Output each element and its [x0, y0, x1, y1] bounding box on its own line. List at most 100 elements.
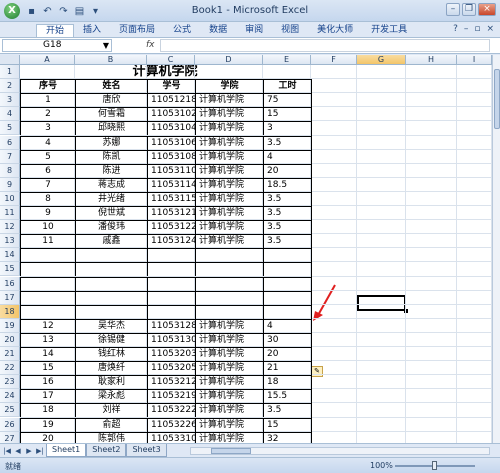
table-cell[interactable]: 10	[20, 220, 75, 235]
table-cell[interactable]: 21	[263, 361, 311, 376]
row-header[interactable]: 6	[0, 135, 20, 150]
table-cell[interactable]: 姓名	[75, 79, 147, 94]
ribbon-tab[interactable]: 开始	[36, 24, 75, 37]
table-cell[interactable]: 8	[20, 191, 75, 206]
table-cell[interactable]: 15	[263, 417, 311, 432]
worksheet-grid[interactable]: 计算机学院 ✎ A B C D E F G H I 1 2 3 4 5 6 7 8 9 10 11 12 13 14 15 16…	[0, 55, 492, 443]
table-cell[interactable]	[263, 248, 311, 263]
table-cell[interactable]: 计算机学院	[195, 163, 263, 178]
column-header[interactable]: H	[406, 55, 457, 65]
table-cell[interactable]	[147, 248, 195, 263]
table-cell[interactable]: 32	[263, 431, 311, 443]
column-header[interactable]: B	[75, 55, 147, 65]
row-header[interactable]: 26	[0, 417, 20, 432]
table-cell[interactable]: 11053102	[147, 107, 195, 122]
row-header[interactable]: 13	[0, 234, 20, 249]
table-cell[interactable]: 井光绪	[75, 191, 147, 206]
table-cell[interactable]: 5	[20, 149, 75, 164]
table-cell[interactable]: 3.5	[263, 135, 311, 150]
table-cell[interactable]: 计算机学院	[195, 234, 263, 249]
table-cell[interactable]: 9	[20, 206, 75, 221]
table-cell[interactable]: 计算机学院	[195, 347, 263, 362]
table-cell[interactable]	[75, 248, 147, 263]
table-cell[interactable]: 19	[20, 417, 75, 432]
column-header[interactable]: G	[357, 55, 406, 65]
row-header[interactable]: 16	[0, 276, 20, 291]
table-cell[interactable]	[147, 276, 195, 291]
name-box[interactable]: G18 ▼	[2, 39, 112, 52]
table-cell[interactable]: 计算机学院	[195, 149, 263, 164]
row-header[interactable]: 27	[0, 431, 20, 443]
table-cell[interactable]: 计算机学院	[195, 206, 263, 221]
table-cell[interactable]: 18.5	[263, 177, 311, 192]
table-cell[interactable]	[263, 276, 311, 291]
table-cell[interactable]	[75, 290, 147, 305]
table-cell[interactable]: 3.5	[263, 403, 311, 418]
table-cell[interactable]: 邱晓熙	[75, 121, 147, 136]
column-header[interactable]: A	[20, 55, 75, 65]
table-cell[interactable]	[75, 276, 147, 291]
row-header[interactable]: 18	[0, 304, 20, 319]
table-cell[interactable]	[20, 304, 75, 319]
select-all-corner[interactable]	[0, 55, 20, 65]
row-header[interactable]: 23	[0, 375, 20, 390]
sheet-title-cell[interactable]: 计算机学院	[20, 65, 310, 79]
table-cell[interactable]	[263, 304, 311, 319]
row-header[interactable]: 12	[0, 220, 20, 235]
table-cell[interactable]: 11053219	[147, 389, 195, 404]
table-cell[interactable]: 计算机学院	[195, 121, 263, 136]
table-cell[interactable]: 4	[20, 135, 75, 150]
table-cell[interactable]: 7	[20, 177, 75, 192]
table-cell[interactable]	[75, 304, 147, 319]
first-sheet-icon[interactable]: |◀	[2, 446, 12, 456]
table-cell[interactable]: 唐欣	[75, 93, 147, 108]
table-cell[interactable]: 12	[20, 318, 75, 333]
table-cell[interactable]: 11053130	[147, 332, 195, 347]
chevron-down-icon[interactable]: ▼	[103, 40, 109, 51]
table-cell[interactable]	[20, 248, 75, 263]
table-cell[interactable]	[75, 262, 147, 277]
ribbon-tab[interactable]: 开发工具	[362, 24, 416, 37]
table-cell[interactable]: 计算机学院	[195, 318, 263, 333]
column-header[interactable]: F	[311, 55, 357, 65]
table-cell[interactable]: 计算机学院	[195, 417, 263, 432]
vertical-scrollbar[interactable]	[492, 55, 500, 443]
table-cell[interactable]	[20, 276, 75, 291]
table-cell[interactable]: 16	[20, 375, 75, 390]
zoom-slider-knob[interactable]	[432, 461, 437, 470]
ribbon-tab[interactable]: 视图	[272, 24, 308, 37]
table-cell[interactable]: 11053212	[147, 375, 195, 390]
table-cell[interactable]: 苏娜	[75, 135, 147, 150]
row-header[interactable]: 21	[0, 347, 20, 362]
column-header[interactable]: I	[457, 55, 492, 65]
row-header[interactable]: 7	[0, 149, 20, 164]
minimize-icon[interactable]: –	[446, 3, 460, 16]
table-cell[interactable]: 11	[20, 234, 75, 249]
last-sheet-icon[interactable]: ▶|	[35, 446, 45, 456]
table-cell[interactable]: 学号	[147, 79, 195, 94]
table-cell[interactable]: 3.5	[263, 220, 311, 235]
row-header[interactable]: 9	[0, 177, 20, 192]
table-cell[interactable]: 计算机学院	[195, 220, 263, 235]
zoom-level[interactable]: 100%	[370, 461, 393, 470]
close-icon[interactable]: ×	[478, 3, 496, 16]
table-cell[interactable]: 唐焕纤	[75, 361, 147, 376]
table-cell[interactable]: 20	[263, 163, 311, 178]
table-cell[interactable]: 计算机学院	[195, 93, 263, 108]
row-header[interactable]: 20	[0, 332, 20, 347]
table-cell[interactable]: 75	[263, 93, 311, 108]
table-cell[interactable]: 陈进	[75, 163, 147, 178]
table-cell[interactable]: 俞超	[75, 417, 147, 432]
ribbon-minimize-icon[interactable]: –	[464, 24, 469, 34]
table-cell[interactable]: 18	[263, 375, 311, 390]
row-header[interactable]: 5	[0, 121, 20, 136]
table-cell[interactable]: 蒋志成	[75, 177, 147, 192]
table-cell[interactable]	[195, 276, 263, 291]
table-cell[interactable]: 11053122	[147, 220, 195, 235]
row-header[interactable]: 3	[0, 93, 20, 108]
table-cell[interactable]: 梁永彪	[75, 389, 147, 404]
table-cell[interactable]	[195, 262, 263, 277]
table-cell[interactable]: 计算机学院	[195, 403, 263, 418]
fx-icon[interactable]: fx	[146, 39, 155, 52]
paste-options-icon[interactable]: ✎	[311, 366, 323, 377]
